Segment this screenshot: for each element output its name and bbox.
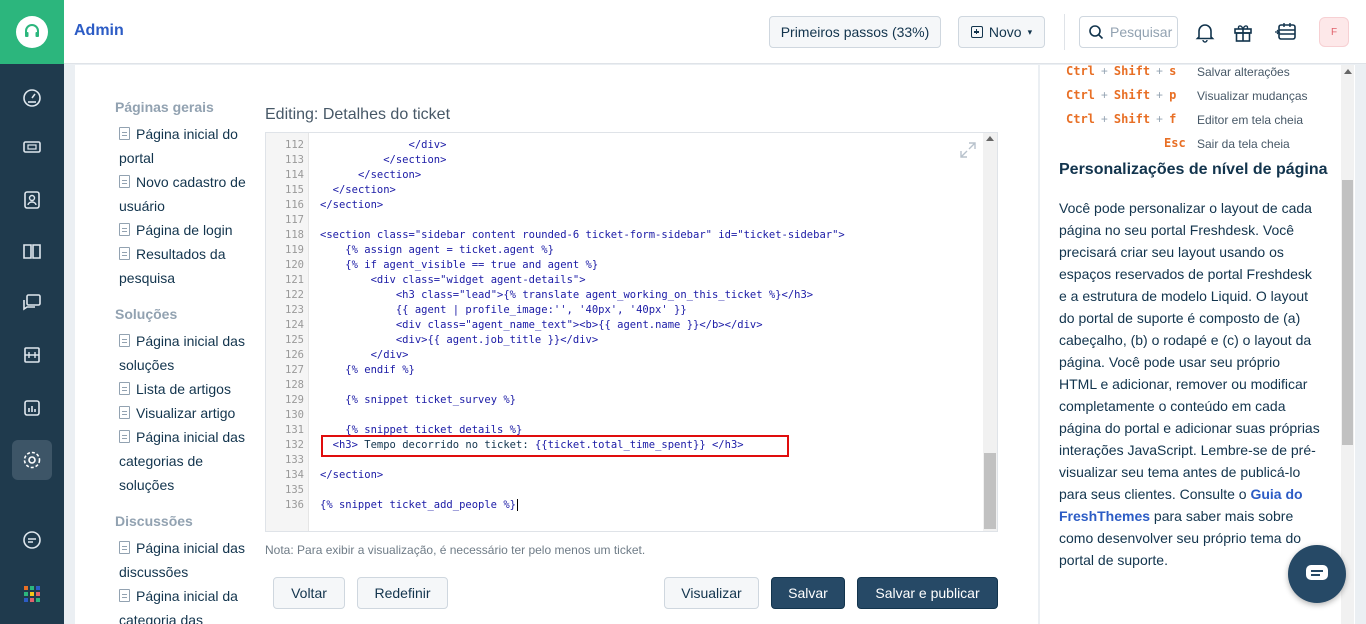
page-link-article-list[interactable]: Lista de artigos — [119, 377, 259, 401]
shortcut-exit-desc: Sair da tela cheia — [1197, 137, 1290, 151]
page-title: Admin — [74, 22, 124, 39]
chat-icon[interactable] — [12, 520, 52, 560]
shortcut-preview: Ctrl + Shift + p — [1066, 88, 1177, 102]
search-placeholder: Pesquisar — [1110, 24, 1173, 40]
left-navigation — [0, 0, 64, 624]
help-panel: Ctrl + Shift + s Salvar alterações Ctrl + Shif… — [1040, 65, 1355, 624]
apps-grid-icon[interactable] — [12, 574, 52, 614]
new-button-label: Novo — [988, 24, 1022, 40]
page-link-solutions-home[interactable]: Página inicial das soluções — [119, 329, 259, 377]
document-icon — [119, 127, 130, 140]
first-steps-button[interactable]: Primeiros passos (33%) — [769, 16, 941, 48]
editor-title: Editing: Detalhes do ticket — [265, 106, 451, 123]
tickets-icon[interactable] — [12, 127, 52, 167]
code-line: </div> — [408, 139, 447, 151]
general-pages-heading: Páginas gerais — [115, 99, 214, 115]
help-title: Personalizações de nível de página — [1059, 161, 1328, 178]
document-icon — [119, 175, 130, 188]
shortcut-exit-fullscreen: Esc — [1164, 136, 1186, 150]
plus-square-icon — [970, 26, 983, 38]
page-link-login[interactable]: Página de login — [119, 218, 259, 242]
document-icon — [119, 382, 130, 395]
top-bar: Admin Primeiros passos (33%) Novo ▾ Pesq… — [64, 0, 1366, 64]
code-line: {% snippet ticket_survey %} — [345, 394, 516, 406]
topbar-divider — [1064, 14, 1065, 50]
code-line: </section> — [332, 184, 396, 196]
discussions-heading: Discussões — [115, 513, 193, 529]
shortcut-save-desc: Salvar alterações — [1197, 65, 1290, 79]
headset-icon — [16, 16, 48, 48]
dashboard-icon[interactable] — [12, 78, 52, 118]
document-icon — [119, 334, 130, 347]
help-body: Você pode personalizar o layout de cada … — [1059, 200, 1320, 568]
document-icon — [119, 589, 130, 602]
gift-icon[interactable] — [1230, 19, 1256, 45]
editor-scroll-thumb[interactable] — [984, 453, 996, 529]
back-button[interactable]: Voltar — [273, 577, 345, 609]
scroll-up-arrow-icon[interactable] — [986, 136, 994, 141]
code-line: <div class="widget agent-details"> — [370, 274, 586, 286]
document-icon — [119, 430, 130, 443]
code-line: {% snippet ticket_add_people %} — [320, 499, 518, 511]
knowledge-base-icon[interactable] — [12, 231, 52, 271]
page-link-portal-home[interactable]: Página inicial do portal — [119, 122, 259, 170]
search-input[interactable]: Pesquisar — [1079, 16, 1178, 48]
code-line: </section> — [383, 154, 447, 166]
reset-button[interactable]: Redefinir — [357, 577, 448, 609]
code-line: <section class="sidebar content rounded-… — [320, 229, 845, 241]
page-link-discussion-category[interactable]: Página inicial da categoria das — [119, 584, 259, 624]
shortcut-preview-desc: Visualizar mudanças — [1197, 89, 1308, 103]
page-link-view-article[interactable]: Visualizar artigo — [119, 401, 259, 425]
help-panel-scroll-thumb[interactable] — [1342, 180, 1353, 445]
save-button[interactable]: Salvar — [771, 577, 845, 609]
shortcut-fullscreen-desc: Editor em tela cheia — [1197, 113, 1304, 127]
page-link-discussions-home[interactable]: Página inicial das discussões — [119, 536, 259, 584]
code-line: <div class="agent_name_text"><b>{{ agent… — [395, 319, 763, 331]
document-icon — [119, 247, 130, 260]
document-icon — [119, 541, 130, 554]
chat-widget-button[interactable] — [1288, 545, 1346, 603]
page-link-solution-categories[interactable]: Página inicial das categorias de soluçõe… — [119, 425, 259, 497]
code-line: </section> — [320, 199, 384, 211]
new-button[interactable]: Novo ▾ — [958, 16, 1045, 48]
solutions-heading: Soluções — [115, 306, 178, 322]
highlight-annotation-box — [321, 435, 789, 457]
freshdesk-logo[interactable] — [0, 0, 64, 64]
page-link-user-signup[interactable]: Novo cadastro de usuário — [119, 170, 259, 218]
document-icon — [119, 223, 130, 236]
fullscreen-expand-icon[interactable] — [959, 141, 977, 159]
code-line: {{ agent | profile_image:'', '40px', '40… — [395, 304, 687, 316]
notifications-bell-icon[interactable] — [1192, 19, 1218, 45]
code-line: </section> — [357, 169, 422, 181]
chevron-down-icon: ▾ — [1027, 26, 1033, 37]
code-editor[interactable]: 112 113 114 115 116 117 118 119 120 121 … — [265, 132, 998, 532]
shortcut-save: Ctrl + Shift + s — [1066, 65, 1177, 78]
reports-icon[interactable] — [12, 388, 52, 428]
preview-button[interactable]: Visualizar — [664, 577, 759, 609]
scroll-up-arrow-icon[interactable] — [1344, 69, 1352, 74]
admin-settings-icon[interactable] — [12, 440, 52, 480]
search-icon — [1089, 25, 1104, 40]
groups-icon[interactable] — [12, 335, 52, 375]
page-link-search-results[interactable]: Resultados da pesquisa — [119, 242, 259, 290]
preview-note: Nota: Para exibir a visualização, é nece… — [265, 543, 646, 557]
code-line: {% assign agent = ticket.agent %} — [345, 244, 554, 256]
code-line: <div>{{ agent.job_title }}</div> — [395, 334, 599, 346]
code-line: </section> — [320, 469, 384, 481]
document-icon — [119, 406, 130, 419]
code-line: {% endif %} — [345, 364, 415, 376]
contacts-icon[interactable] — [12, 180, 52, 220]
code-line: {% if agent_visible == true and agent %} — [345, 259, 599, 271]
code-line: <h3 class="lead">{% translate agent_work… — [395, 289, 814, 301]
main-content: Páginas gerais Página inicial do portal … — [75, 65, 1038, 624]
chat-bubble-icon — [1306, 565, 1328, 580]
code-line: </div> — [370, 349, 409, 361]
user-avatar[interactable]: F — [1319, 17, 1349, 47]
marketplace-icon[interactable] — [1273, 19, 1299, 45]
shortcut-fullscreen: Ctrl + Shift + f — [1066, 112, 1177, 126]
forums-icon[interactable] — [12, 283, 52, 323]
save-and-publish-button[interactable]: Salvar e publicar — [857, 577, 998, 609]
